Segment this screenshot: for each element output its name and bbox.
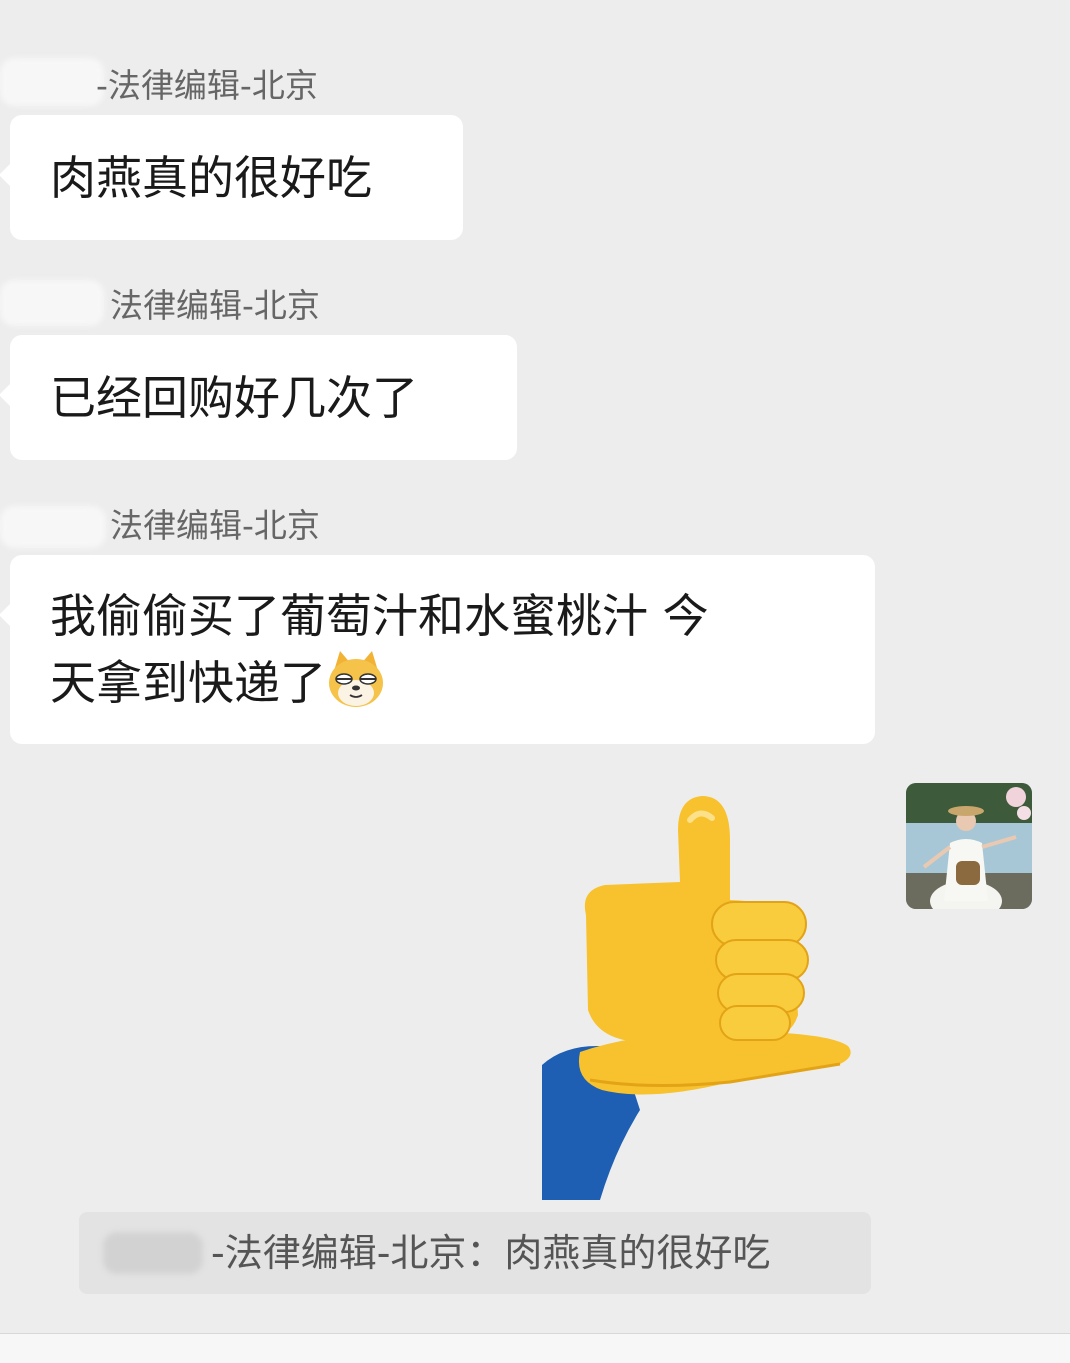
- message-bubble[interactable]: 已经回购好几次了: [0, 335, 517, 460]
- message-text: 肉燕真的很好吃: [50, 151, 372, 205]
- user-avatar-photo[interactable]: [906, 783, 1032, 909]
- sender-name-redacted: [0, 280, 104, 326]
- sender-name: 法律编辑-北京: [110, 506, 320, 545]
- thumbs-up-sticker[interactable]: [530, 790, 870, 1200]
- message-text: 已经回购好几次了: [50, 371, 418, 425]
- message-bubble[interactable]: 肉燕真的很好吃: [0, 115, 463, 240]
- doge-face-icon: [329, 651, 383, 707]
- bubble-tail: [0, 163, 11, 187]
- bubble-tail: [0, 603, 11, 627]
- input-bar[interactable]: [0, 1333, 1070, 1363]
- quoted-text: -法律编辑-北京：肉燕真的很好吃: [211, 1231, 771, 1275]
- quote-sender-redacted: [103, 1232, 203, 1274]
- sender-name: -法律编辑-北京: [96, 66, 318, 105]
- message-text-line-2: 天拿到快递了: [50, 649, 835, 716]
- message-text: 天拿到快递了: [50, 656, 326, 710]
- message-text-line: 我偷偷买了葡萄汁和水蜜桃汁 今: [50, 589, 709, 643]
- bubble-tail: [0, 383, 11, 407]
- message-bubble[interactable]: 我偷偷买了葡萄汁和水蜜桃汁 今 天拿到快递了: [0, 555, 875, 744]
- sender-name-redacted: [0, 506, 106, 548]
- sender-name-redacted: [0, 58, 104, 106]
- quoted-message[interactable]: -法律编辑-北京：肉燕真的很好吃: [79, 1212, 871, 1294]
- sender-name: 法律编辑-北京: [110, 286, 320, 325]
